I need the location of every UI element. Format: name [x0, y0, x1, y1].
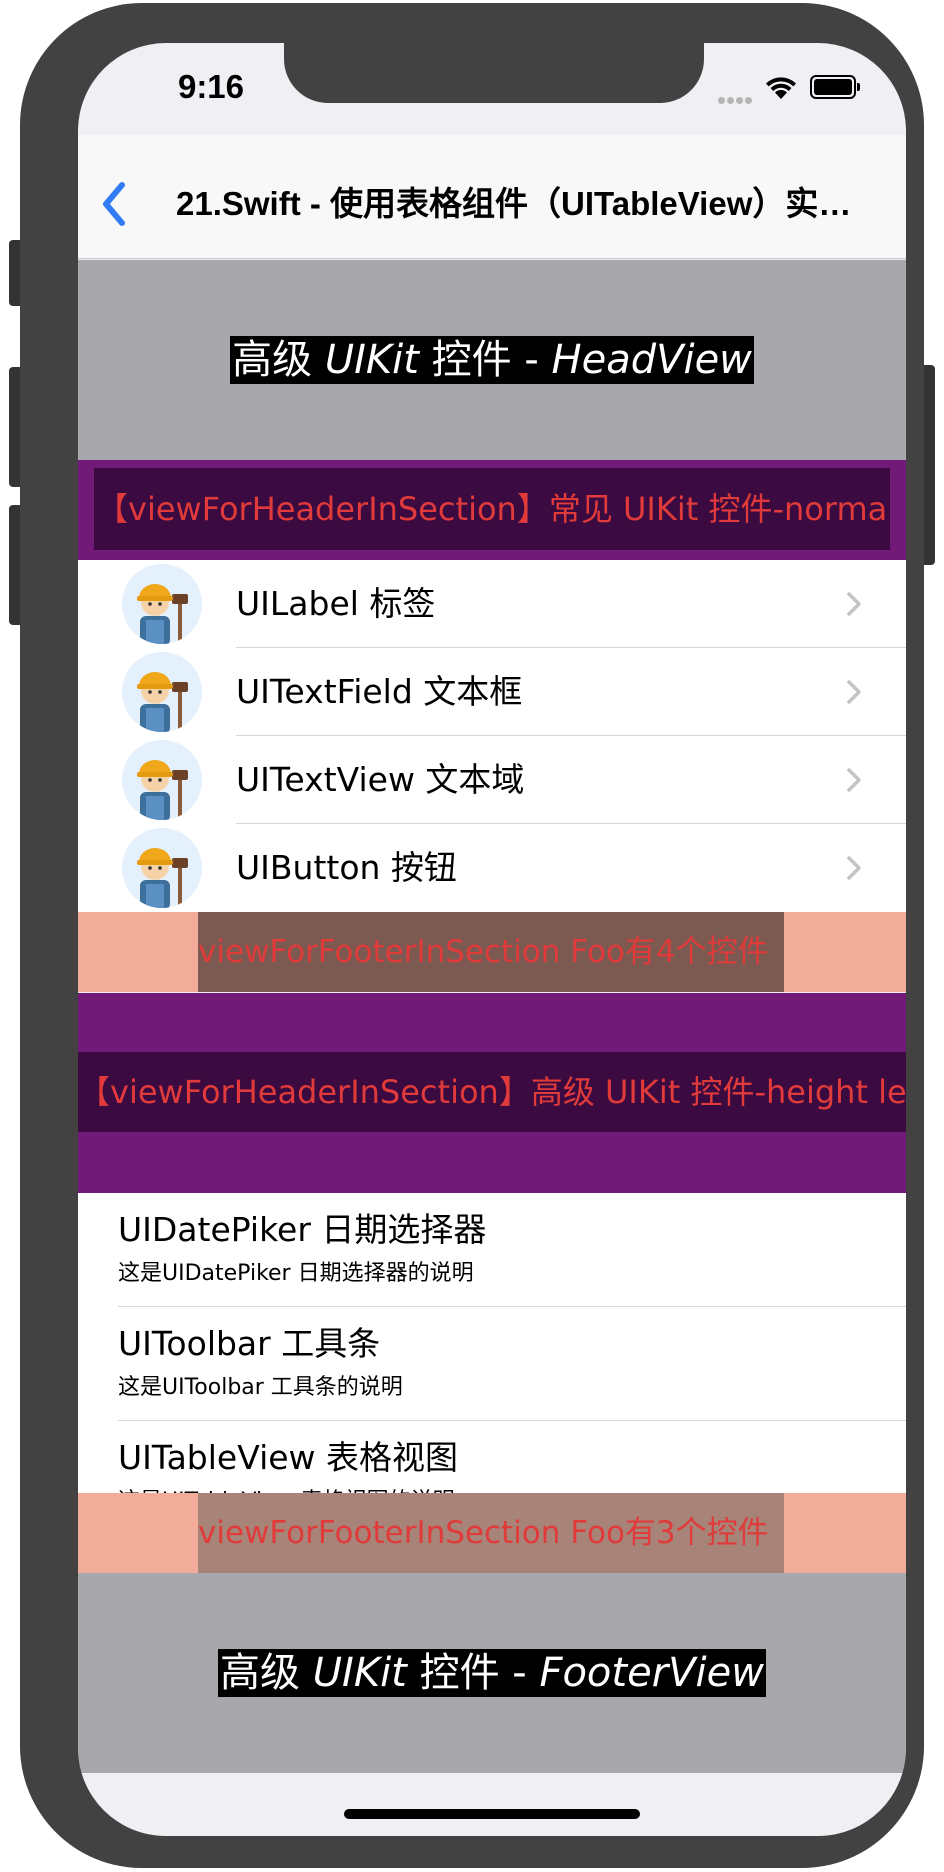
row-subtitle: 这是UIDatePiker 日期选择器的说明: [118, 1261, 474, 1286]
section-header-normal: 【viewForHeaderInSection】常见 UIKit 控件-norm…: [78, 460, 906, 560]
wifi-icon: [766, 77, 796, 99]
section-footer: viewForFooterInSection Foo有4个控件: [78, 912, 906, 992]
cellular-signal-icon: [718, 89, 758, 104]
home-area: [78, 1773, 906, 1836]
chevron-right-icon: [847, 592, 861, 616]
table-row[interactable]: UIButton 按钮: [78, 824, 906, 912]
section-header-label: 【viewForHeaderInSection】常见 UIKit 控件-norm…: [94, 468, 890, 550]
section-footer: viewForFooterInSection Foo有3个控件: [78, 1493, 906, 1573]
row-title: UIDatePiker 日期选择器: [118, 1210, 487, 1249]
status-time: 9:16: [177, 68, 245, 105]
worker-avatar-icon: [122, 564, 202, 644]
chevron-right-icon: [847, 768, 861, 792]
table-header-label: 高级 UIKit 控件 - HeadView: [230, 336, 754, 384]
chevron-right-icon: [847, 856, 861, 880]
row-title: UIToolbar 工具条: [118, 1324, 381, 1363]
chevron-right-icon: [847, 680, 861, 704]
worker-avatar-icon: [122, 740, 202, 820]
section-header-height-level: 【viewForHeaderInSection】高级 UIKit 控件-heig…: [78, 993, 906, 1193]
table-header-view: 高级 UIKit 控件 - HeadView: [78, 260, 906, 460]
worker-avatar-icon: [122, 652, 202, 732]
device-frame: 9:16 21.Swift - 使用表格组件（UITableView）实… 高级…: [20, 3, 924, 1868]
chevron-left-icon[interactable]: [92, 179, 136, 229]
row-title: UITableView 表格视图: [118, 1438, 459, 1477]
row-subtitle: 这是UIToolbar 工具条的说明: [118, 1375, 403, 1400]
navigation-bar: 21.Swift - 使用表格组件（UITableView）实…: [78, 135, 906, 259]
section-header-label: 【viewForHeaderInSection】高级 UIKit 控件-heig…: [78, 1052, 906, 1132]
screen: 9:16 21.Swift - 使用表格组件（UITableView）实… 高级…: [78, 43, 906, 1836]
table-row[interactable]: UITextView 文本域: [78, 736, 906, 824]
worker-avatar-icon: [122, 828, 202, 908]
table-footer-label: 高级 UIKit 控件 - FooterView: [218, 1649, 766, 1697]
table-footer-view: 高级 UIKit 控件 - FooterView: [78, 1573, 906, 1773]
table-row[interactable]: UITextField 文本框: [78, 648, 906, 736]
table-row[interactable]: UIDatePiker 日期选择器 这是UIDatePiker 日期选择器的说明: [78, 1193, 906, 1307]
battery-icon: [810, 75, 860, 99]
notch: [284, 43, 704, 103]
table-row[interactable]: UILabel 标签: [78, 560, 906, 648]
row-title: UITextField 文本框: [236, 672, 523, 711]
table-row[interactable]: UIToolbar 工具条 这是UIToolbar 工具条的说明: [78, 1307, 906, 1421]
nav-title: 21.Swift - 使用表格组件（UITableView）实…: [176, 185, 852, 222]
row-title: UIButton 按钮: [236, 848, 457, 887]
section-footer-label: viewForFooterInSection Foo有3个控件: [198, 1493, 784, 1573]
home-indicator[interactable]: [344, 1809, 640, 1819]
row-title: UITextView 文本域: [236, 760, 525, 799]
row-title: UILabel 标签: [236, 584, 436, 623]
section-footer-label: viewForFooterInSection Foo有4个控件: [198, 912, 784, 992]
